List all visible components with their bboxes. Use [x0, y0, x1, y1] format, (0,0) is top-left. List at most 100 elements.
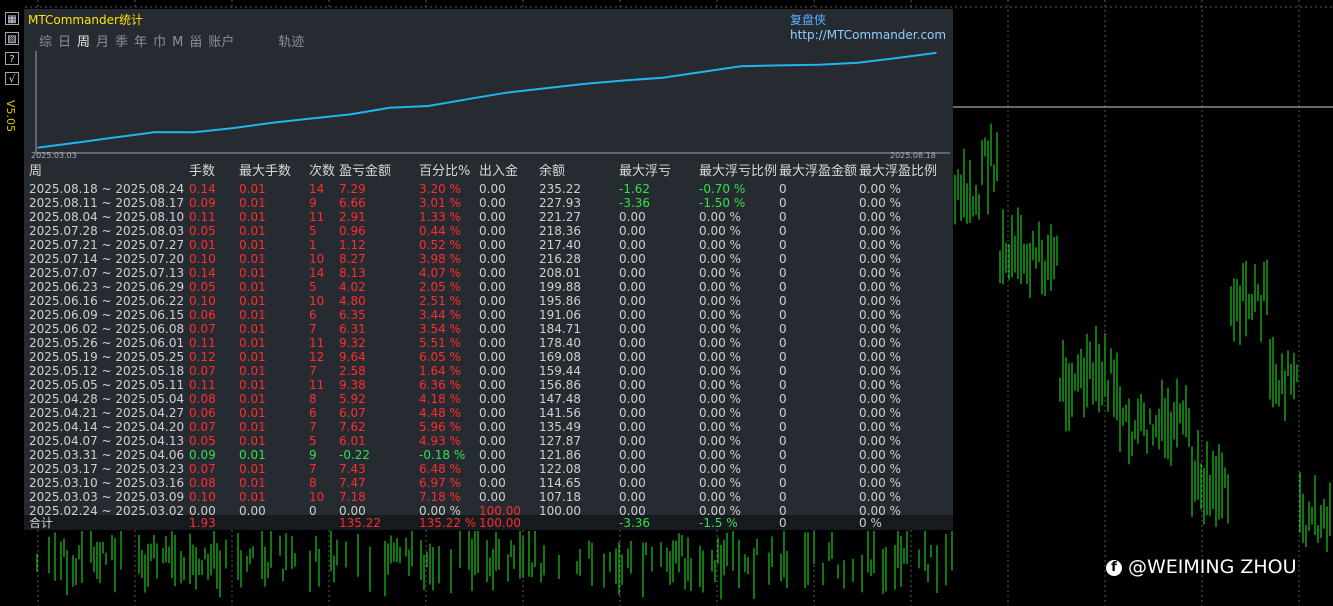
check-icon[interactable]: √: [5, 72, 19, 85]
tab-3[interactable]: 月: [96, 35, 109, 50]
tab-trajectory[interactable]: 轨迹: [278, 35, 304, 50]
table-cell: 6.36 %: [419, 378, 461, 392]
table-cell: 0.00 %: [859, 420, 901, 434]
table-cell: 0.01: [239, 322, 266, 336]
table-cell: 0: [779, 336, 787, 350]
table-cell: 0.05: [189, 434, 216, 448]
table-cell: 2025.07.14 ~ 2025.07.20: [29, 252, 185, 266]
equity-point: [818, 63, 820, 66]
column-header[interactable]: 次数: [309, 165, 335, 179]
table-cell: 11: [309, 336, 325, 350]
brand-link[interactable]: 复盘侠 http://MTCommander.com: [790, 11, 953, 42]
table-cell: 0.00: [479, 476, 506, 490]
table-cell: 0.08: [189, 392, 216, 406]
column-header[interactable]: 出入金: [479, 165, 518, 179]
table-cell: 0.00: [619, 294, 646, 308]
table-cell: 0.00: [619, 224, 646, 238]
table-cell: 0: [779, 308, 787, 322]
tab-8[interactable]: 甾: [189, 35, 202, 50]
table-cell: 7: [309, 364, 317, 378]
table-cell: 0.00 %: [699, 406, 741, 420]
table-cell: 0.01: [239, 238, 266, 252]
table-cell: 0.11: [189, 336, 216, 350]
tab-1[interactable]: 日: [58, 35, 71, 50]
table-cell: 0.01: [189, 238, 216, 252]
x-end-label: 2025.08.18: [890, 151, 936, 160]
table-cell: 0.07: [189, 420, 216, 434]
table-cell: 0.00 %: [859, 210, 901, 224]
table-cell: 0.00: [479, 252, 506, 266]
table-cell: 0: [779, 462, 787, 476]
brand-name: 复盘侠: [790, 13, 827, 27]
equity-point: [154, 131, 156, 133]
table-cell: 0.00 %: [859, 448, 901, 462]
left-toolbar: ▦ ▨ ? √ V5.05: [0, 0, 24, 606]
table-cell: 0.00 %: [699, 308, 741, 322]
column-header[interactable]: 最大浮盈比例: [859, 165, 937, 179]
table-cell: 0.00 %: [859, 266, 901, 280]
table-cell: 0.00 %: [699, 448, 741, 462]
column-header[interactable]: 余额: [539, 165, 565, 179]
table-cell: 0.00 %: [859, 392, 901, 406]
table-cell: 2025.03.31 ~ 2025.04.06: [29, 448, 185, 462]
help-icon[interactable]: ?: [5, 52, 19, 65]
table-cell: 0.01: [239, 434, 266, 448]
calculator-icon[interactable]: ▨: [5, 32, 19, 45]
table-cell: 0.00: [479, 434, 506, 448]
table-cell: 2025.03.17 ~ 2025.03.23: [29, 462, 185, 476]
table-cell: 2025.05.12 ~ 2025.05.18: [29, 364, 185, 378]
table-cell: 0: [779, 266, 787, 280]
table-cell: 0.00 %: [699, 350, 741, 364]
table-cell: 0.00 %: [699, 378, 741, 392]
table-cell: 0.01: [239, 308, 266, 322]
tab-7[interactable]: M: [172, 35, 183, 50]
column-header[interactable]: 盈亏金额: [339, 165, 391, 179]
table-cell: 0.00 %: [699, 322, 741, 336]
column-header[interactable]: 百分比%: [419, 165, 470, 179]
table-cell: 6.31: [339, 322, 366, 336]
table-cell: 0: [779, 420, 787, 434]
table-cell: 0.00: [479, 490, 506, 504]
table-cell: 0.11: [189, 210, 216, 224]
brand-url[interactable]: http://MTCommander.com: [790, 28, 946, 42]
table-cell: 5: [309, 280, 317, 294]
column-header[interactable]: 手数: [189, 165, 215, 179]
table-cell: 0.00 %: [859, 182, 901, 196]
table-cell: 0.00 %: [699, 434, 741, 448]
column-header[interactable]: 周: [29, 165, 42, 179]
table-cell: 0.00 %: [699, 476, 741, 490]
table-cell: 6.97 %: [419, 476, 461, 490]
column-header[interactable]: 最大浮亏比例: [699, 165, 777, 179]
tab-9[interactable]: 账户: [208, 35, 234, 50]
table-cell: 0.01: [239, 224, 266, 238]
column-header[interactable]: 最大浮盈金额: [779, 165, 857, 179]
table-cell: 5: [309, 434, 317, 448]
table-cell: 7.43: [339, 462, 366, 476]
table-cell: -1.62: [619, 182, 651, 196]
table-cell: 0.00: [479, 378, 506, 392]
grid-icon[interactable]: ▦: [5, 12, 19, 25]
tab-4[interactable]: 季: [115, 35, 128, 50]
table-cell: 0.01: [239, 210, 266, 224]
column-header[interactable]: 最大浮亏: [619, 165, 671, 179]
equity-point: [388, 107, 391, 109]
table-cell: 2025.03.10 ~ 2025.03.16: [29, 476, 185, 490]
table-cell: 191.06: [539, 308, 581, 322]
table-cell: 0.00: [479, 238, 506, 252]
table-cell: 11: [309, 210, 325, 224]
table-cell: 2025.04.07 ~ 2025.04.13: [29, 434, 185, 448]
table-cell: 1: [309, 238, 317, 252]
table-cell: 0.00 %: [859, 476, 901, 490]
table-cell: 0.00 %: [859, 294, 901, 308]
column-header[interactable]: 最大手数: [239, 165, 291, 179]
table-cell: 0.01: [239, 420, 266, 434]
table-cell: 0.01: [239, 336, 266, 350]
tab-6[interactable]: 巾: [153, 35, 166, 50]
table-cell: 2.51 %: [419, 294, 461, 308]
tab-5[interactable]: 年: [134, 35, 147, 50]
table-cell: 159.44: [539, 364, 581, 378]
table-cell: 0: [779, 448, 787, 462]
tab-0[interactable]: 综: [39, 35, 52, 50]
tab-2[interactable]: 周: [77, 35, 90, 50]
table-cell: 0.00 %: [699, 224, 741, 238]
